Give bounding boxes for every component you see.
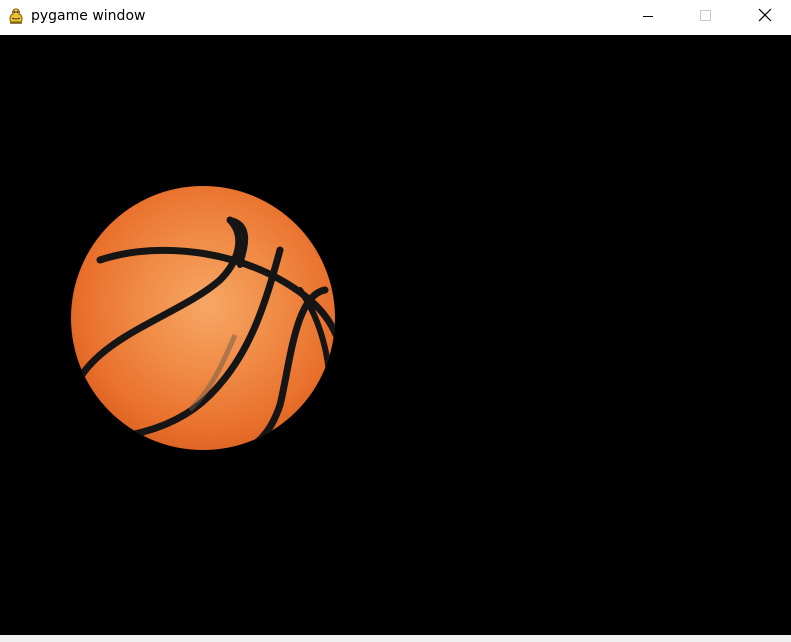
maximize-button[interactable] [683,0,729,32]
basketball-icon [71,186,335,450]
title-bar[interactable]: pygame window [0,0,791,34]
maximize-icon [700,7,712,26]
minimize-icon [642,7,654,26]
window-bottom-border [0,635,791,642]
close-button[interactable] [742,0,788,32]
pygame-snake-icon [6,6,26,26]
basketball-sprite [70,185,336,451]
window-title: pygame window [31,8,146,24]
minimize-button[interactable] [625,0,671,32]
close-icon [758,7,772,26]
pygame-window: pygame window [0,0,791,642]
game-canvas[interactable] [0,35,791,635]
